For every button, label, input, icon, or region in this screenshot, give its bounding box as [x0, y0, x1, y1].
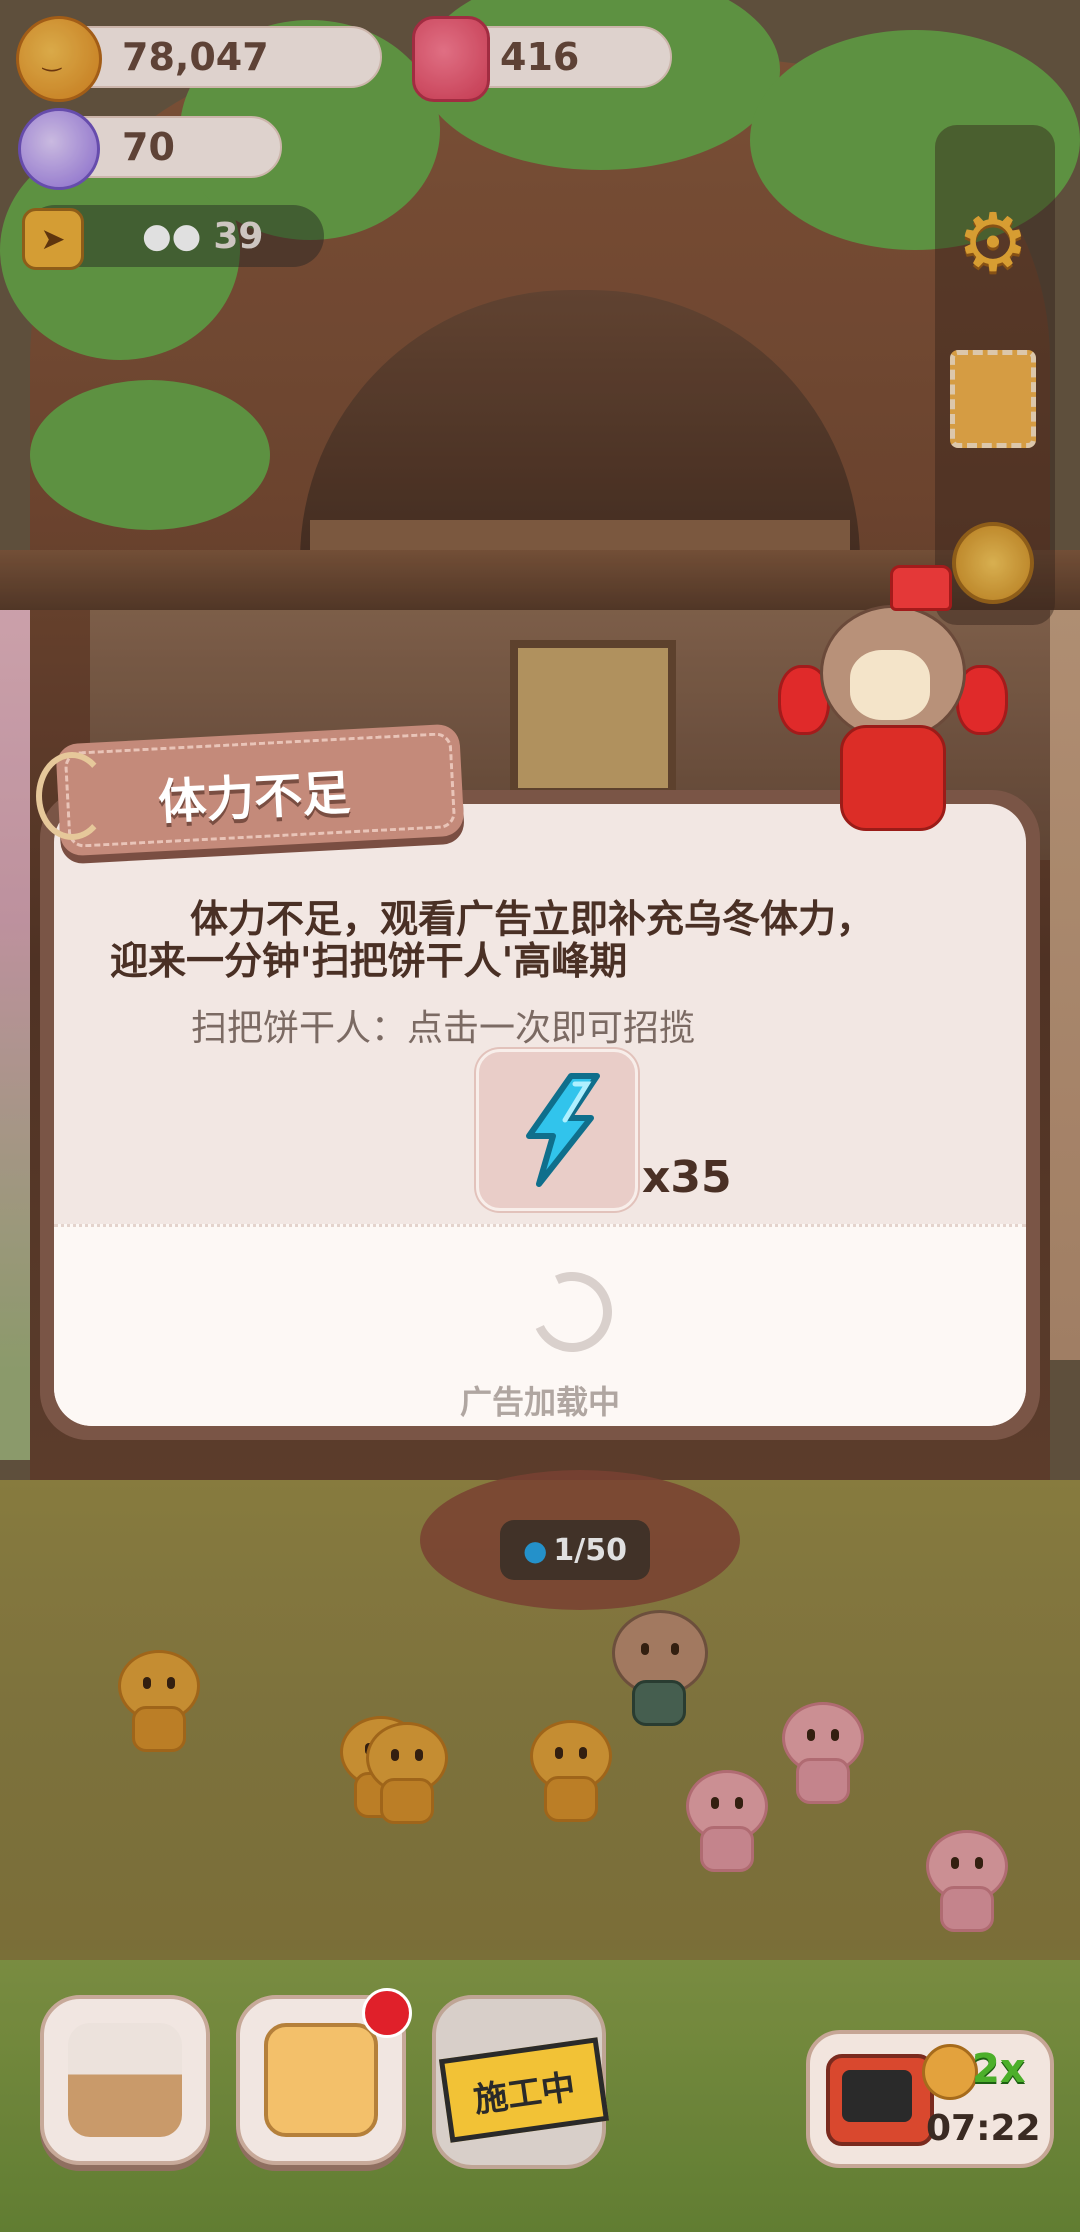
dialog-message: 体力不足，观看广告立即补充乌冬体力， 迎来一分钟'扫把饼干人'高峰期: [110, 897, 970, 983]
sheep-mascot: [778, 565, 1008, 865]
mascot-face: [850, 650, 930, 720]
dialog-title-tag: 体力不足: [28, 722, 470, 857]
dialog-title: 体力不足: [156, 765, 352, 831]
loading-label: 广告加载中: [459, 1383, 620, 1421]
cookie-icon: [922, 2044, 978, 2100]
tv-icon: [826, 2054, 934, 2146]
ad-boost-button[interactable]: 2x 07:22: [806, 2030, 1054, 2168]
rope-icon: [36, 752, 108, 840]
lightning-bolt-icon: [526, 1073, 600, 1187]
notification-badge: [362, 1988, 412, 2038]
message-line-1: 体力不足，观看广告立即补充乌冬体力，: [190, 897, 875, 941]
reward-quantity: x35: [642, 1152, 732, 1203]
message-line-2: 迎来一分钟'扫把饼干人'高峰期: [110, 938, 628, 983]
dialog-body: 体力不足，观看广告立即补充乌冬体力， 迎来一分钟'扫把饼干人'高峰期 扫把饼干人…: [54, 804, 1026, 1426]
mascot-body: [840, 725, 946, 831]
energy-dialog: 体力不足，观看广告立即补充乌冬体力， 迎来一分钟'扫把饼干人'高峰期 扫把饼干人…: [40, 790, 1040, 1440]
boost-multiplier: 2x: [972, 2046, 1026, 2092]
house-hammer-icon: [68, 2023, 182, 2137]
boost-timer: 07:22: [926, 2108, 1041, 2149]
energy-reward-box: [476, 1049, 638, 1211]
build-house-button[interactable]: [40, 1995, 210, 2165]
heart-notebook-icon: [264, 2023, 378, 2137]
hat-icon: [890, 565, 952, 611]
dialog-hint: 扫把饼干人：点击一次即可招揽: [191, 1008, 696, 1049]
